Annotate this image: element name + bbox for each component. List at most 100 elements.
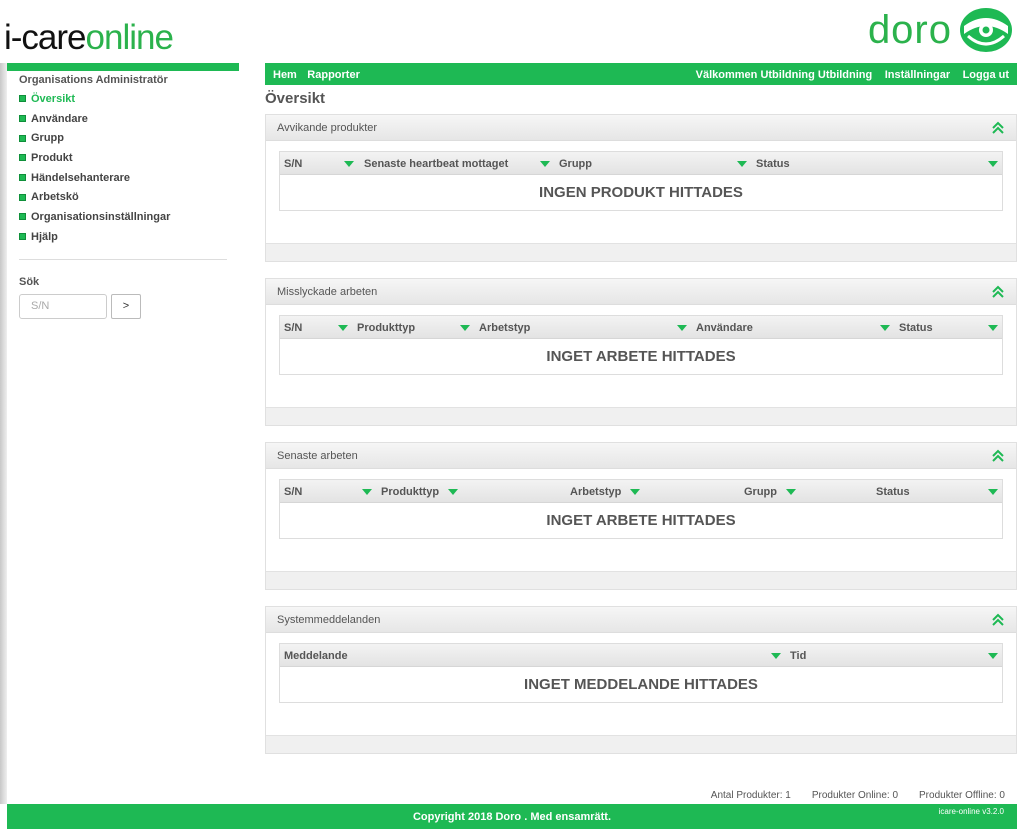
- sidebar-item-oversikt[interactable]: Översikt: [7, 89, 239, 109]
- double-chevron-up-icon[interactable]: [991, 121, 1005, 135]
- stat-products: Antal Produkter: 1: [710, 790, 791, 801]
- logo-prefix: i-care: [4, 18, 87, 57]
- doro-logo: doro: [868, 6, 1014, 54]
- stat-online: Produkter Online: 0: [811, 790, 899, 801]
- panel-senaste-arbeten: Senaste arbeten S/N Produkttyp Arbetstyp…: [265, 442, 1017, 590]
- sort-down-icon: [988, 324, 998, 331]
- column-label: Status: [899, 321, 933, 334]
- search-input[interactable]: [19, 293, 107, 319]
- bullet-icon: [19, 134, 26, 142]
- page: i-careonline doro Organisations Administ…: [0, 0, 1024, 834]
- sort-down-icon: [362, 488, 372, 495]
- sidebar-item-arbetsko[interactable]: Arbetskö: [7, 187, 239, 207]
- icare-online-logo[interactable]: i-careonline: [4, 18, 174, 58]
- column-header-anvandare[interactable]: Användare: [692, 316, 894, 339]
- sort-down-icon: [786, 488, 796, 495]
- bullet-icon: [19, 193, 26, 201]
- empty-message: INGEN PRODUKT HITTADES: [539, 184, 743, 201]
- bullet-icon: [19, 115, 26, 123]
- column-header-status[interactable]: Status: [752, 152, 1002, 175]
- panel-header: Senaste arbeten: [266, 443, 1016, 469]
- column-header-arbetstyp[interactable]: Arbetstyp: [566, 480, 736, 503]
- sidebar-item-label: Grupp: [31, 132, 64, 145]
- double-chevron-up-icon[interactable]: [991, 285, 1005, 299]
- grid-header: Meddelande Tid: [280, 644, 1002, 667]
- column-header-sn[interactable]: S/N: [280, 152, 358, 175]
- column-label: Arbetstyp: [570, 485, 622, 498]
- sort-down-icon: [344, 160, 354, 167]
- panel-footer: [266, 571, 1016, 589]
- sort-down-icon: [988, 160, 998, 167]
- column-header-meddelande[interactable]: Meddelande: [280, 644, 785, 667]
- column-label: Status: [756, 157, 790, 170]
- sort-down-icon: [460, 324, 470, 331]
- column-header-produkttyp[interactable]: Produkttyp: [377, 480, 469, 503]
- column-header-grupp[interactable]: Grupp: [555, 152, 751, 175]
- column-header-status[interactable]: Status: [872, 480, 1002, 503]
- grid-header: S/N Produkttyp Arbetstyp Grupp Status: [280, 480, 1002, 503]
- bullet-icon: [19, 233, 26, 241]
- column-header-produkttyp[interactable]: Produkttyp: [353, 316, 474, 339]
- panel-header: Misslyckade arbeten: [266, 279, 1016, 305]
- column-header-arbetstyp[interactable]: Arbetstyp: [475, 316, 691, 339]
- welcome-user-link[interactable]: Välkommen Utbildning Utbildning: [696, 69, 873, 81]
- double-chevron-up-icon[interactable]: [991, 449, 1005, 463]
- column-header-sn[interactable]: S/N: [280, 316, 352, 339]
- sidebar-item-hjalp[interactable]: Hjälp: [7, 227, 239, 247]
- sidebar-item-produkt[interactable]: Produkt: [7, 148, 239, 168]
- column-label: S/N: [284, 157, 303, 170]
- sidebar-item-label: Händelsehanterare: [31, 171, 131, 184]
- sidebar-item-anvandare[interactable]: Användare: [7, 109, 239, 129]
- grid-header: S/N Produkttyp Arbetstyp Användare Statu…: [280, 316, 1002, 339]
- panel-header: Avvikande produkter: [266, 115, 1016, 141]
- column-label: S/N: [284, 485, 303, 498]
- column-header-status[interactable]: Status: [895, 316, 1002, 339]
- logo-suffix: online: [85, 18, 174, 57]
- panel-systemmeddelanden: Systemmeddelanden Meddelande Tid INGET M…: [265, 606, 1017, 754]
- nav-link-rapporter[interactable]: Rapporter: [307, 69, 360, 81]
- panel-title: Misslyckade arbeten: [277, 285, 378, 298]
- sidebar: Organisations Administratör Översikt Anv…: [7, 63, 239, 319]
- data-grid: S/N Senaste heartbeat mottaget Grupp Sta…: [279, 151, 1003, 211]
- panel-footer: [266, 407, 1016, 425]
- column-label: Tid: [790, 649, 807, 662]
- panel-header: Systemmeddelanden: [266, 607, 1016, 633]
- column-label: Senaste heartbeat mottaget: [364, 157, 509, 170]
- nav-link-hem[interactable]: Hem: [273, 69, 297, 81]
- double-chevron-up-icon[interactable]: [991, 613, 1005, 627]
- column-header-grupp[interactable]: Grupp: [740, 480, 870, 503]
- sort-down-icon: [988, 652, 998, 659]
- column-label: Produkttyp: [357, 321, 416, 334]
- column-header-heartbeat[interactable]: Senaste heartbeat mottaget: [360, 152, 554, 175]
- doro-logo-text: doro: [867, 7, 952, 52]
- sort-down-icon: [771, 652, 781, 659]
- sort-down-icon: [448, 488, 459, 495]
- column-label: Status: [876, 485, 910, 498]
- panel-avvikande-produkter: Avvikande produkter S/N Senaste heartbea…: [265, 114, 1017, 262]
- panel-body: S/N Produkttyp Arbetstyp Grupp Status IN…: [266, 469, 1016, 571]
- top-nav: Hem Rapporter Välkommen Utbildning Utbil…: [265, 63, 1017, 85]
- sidebar-item-label: Organisationsinställningar: [31, 210, 171, 223]
- sidebar-accent-bar: [7, 63, 239, 71]
- sidebar-item-handelsehanterare[interactable]: Händelsehanterare: [7, 168, 239, 188]
- logout-link[interactable]: Logga ut: [963, 69, 1009, 81]
- sidebar-item-organisationsinstallningar[interactable]: Organisationsinställningar: [7, 207, 239, 227]
- search-button[interactable]: >: [111, 293, 141, 319]
- panel-footer: [266, 735, 1016, 753]
- page-title: Översikt: [265, 90, 326, 107]
- sidebar-shadow: [0, 63, 7, 804]
- column-header-tid[interactable]: Tid: [786, 644, 1002, 667]
- panel-misslyckade-arbeten: Misslyckade arbeten S/N Produkttyp Arbet…: [265, 278, 1017, 426]
- sidebar-item-label: Användare: [31, 112, 88, 125]
- sort-down-icon: [338, 324, 348, 331]
- panel-footer: [266, 243, 1016, 261]
- sidebar-item-label: Översikt: [31, 92, 76, 105]
- sidebar-item-grupp[interactable]: Grupp: [7, 128, 239, 148]
- column-label: Meddelande: [284, 649, 348, 662]
- data-grid: S/N Produkttyp Arbetstyp Användare Statu…: [279, 315, 1003, 375]
- product-stats: Antal Produkter: 1 Produkter Online: 0 P…: [690, 790, 1005, 801]
- settings-link[interactable]: Inställningar: [885, 69, 950, 81]
- search-row: >: [7, 288, 239, 319]
- bullet-icon: [19, 95, 26, 103]
- column-header-sn[interactable]: S/N: [280, 480, 376, 503]
